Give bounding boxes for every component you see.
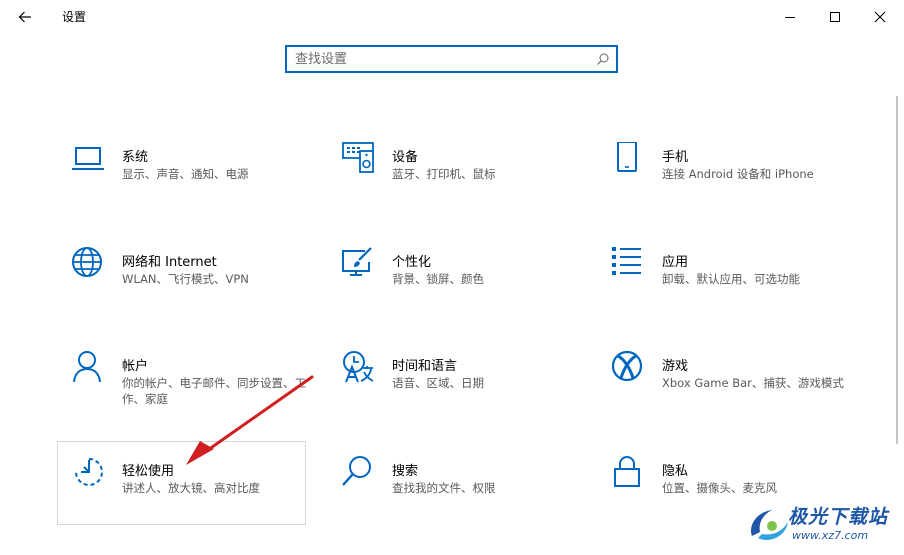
tile-name: 帐户 — [122, 359, 149, 374]
tile-desc: 蓝牙、打印机、鼠标 — [392, 167, 496, 181]
search-box[interactable] — [285, 45, 618, 73]
tile-name: 系统 — [122, 150, 149, 165]
tile-desc: 背景、锁屏、颜色 — [392, 272, 484, 286]
watermark-url: www.xz7.com — [792, 529, 869, 542]
tile-desc: WLAN、飞行模式、VPN — [122, 272, 249, 286]
watermark: 极光下载站 www.xz7.com — [744, 498, 904, 555]
tile-name: 手机 — [662, 150, 689, 165]
tile-name: 时间和语言 — [392, 359, 458, 374]
close-button[interactable] — [858, 3, 902, 31]
window-title: 设置 — [62, 10, 87, 24]
back-button[interactable] — [12, 5, 38, 29]
search-input[interactable] — [295, 50, 585, 68]
search-icon[interactable] — [596, 52, 610, 66]
tile-search[interactable]: 搜索 查找我的文件、权限 — [342, 456, 590, 542]
magnifier-icon — [342, 456, 371, 486]
tile-name: 个性化 — [392, 255, 432, 270]
tile-desc: 语音、区域、日期 — [392, 376, 484, 390]
tile-gaming[interactable]: 游戏 Xbox Game Bar、捕获、游戏模式 — [612, 351, 860, 437]
lock-icon — [614, 456, 640, 487]
paint-monitor-icon — [342, 247, 372, 276]
tile-desc: 查找我的文件、权限 — [392, 481, 496, 495]
keyboard-speaker-icon — [342, 142, 374, 173]
tile-name: 设备 — [392, 150, 419, 165]
tile-name: 隐私 — [662, 464, 689, 479]
time-language-icon — [343, 351, 374, 383]
tile-name: 游戏 — [662, 359, 689, 374]
tile-system[interactable]: 系统 显示、声音、通知、电源 — [72, 142, 320, 228]
tile-phone[interactable]: 手机 连接 Android 设备和 iPhone — [612, 142, 860, 228]
list-icon — [612, 247, 641, 275]
person-icon — [73, 351, 101, 383]
minimize-button[interactable] — [768, 3, 812, 31]
phone-icon — [617, 142, 637, 172]
tile-accounts[interactable]: 帐户 你的帐户、电子邮件、同步设置、工作、家庭 — [72, 351, 320, 437]
tile-name: 应用 — [662, 255, 689, 270]
tile-desc: 连接 Android 设备和 iPhone — [662, 167, 814, 181]
tile-ease-of-access[interactable]: 轻松使用 讲述人、放大镜、高对比度 — [57, 441, 306, 525]
tile-desc: 你的帐户、电子邮件、同步设置、工作、家庭 — [122, 376, 306, 406]
minimize-icon — [785, 17, 795, 18]
tile-devices[interactable]: 设备 蓝牙、打印机、鼠标 — [342, 142, 590, 228]
tile-desc: 显示、声音、通知、电源 — [122, 167, 249, 181]
tile-time-language[interactable]: 时间和语言 语音、区域、日期 — [342, 351, 590, 437]
close-icon — [874, 11, 886, 23]
tile-desc: Xbox Game Bar、捕获、游戏模式 — [662, 376, 844, 390]
tile-desc: 位置、摄像头、麦克风 — [662, 481, 777, 495]
tile-desc: 卸载、默认应用、可选功能 — [662, 272, 800, 286]
tile-apps[interactable]: 应用 卸载、默认应用、可选功能 — [612, 247, 860, 333]
maximize-button[interactable] — [813, 3, 857, 31]
tile-name: 搜索 — [392, 464, 419, 479]
back-arrow-icon — [18, 11, 31, 23]
tile-desc: 讲述人、放大镜、高对比度 — [122, 481, 260, 495]
tile-name: 轻松使用 — [122, 464, 175, 479]
maximize-icon — [830, 12, 840, 22]
laptop-icon — [72, 147, 104, 170]
scrollbar[interactable] — [896, 96, 898, 444]
tile-personalization[interactable]: 个性化 背景、锁屏、颜色 — [342, 247, 590, 333]
globe-icon — [72, 247, 102, 277]
tile-name: 网络和 Internet — [122, 255, 217, 270]
tile-network[interactable]: 网络和 Internet WLAN、飞行模式、VPN — [72, 247, 320, 333]
xbox-icon — [612, 351, 643, 382]
watermark-text: 极光下载站 — [788, 506, 889, 528]
title-bar: 设置 — [0, 0, 904, 34]
ease-of-access-icon — [75, 458, 103, 486]
watermark-logo-icon — [750, 510, 788, 541]
